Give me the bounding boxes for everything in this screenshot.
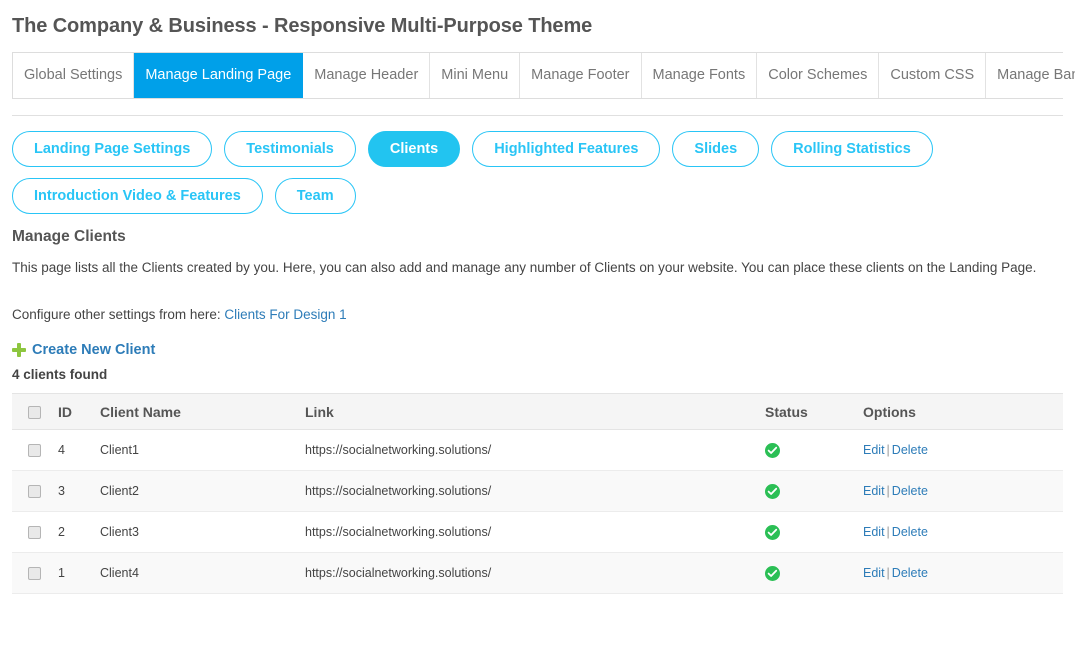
pill-highlighted-features[interactable]: Highlighted Features	[472, 131, 661, 167]
select-all-checkbox[interactable]	[28, 406, 41, 420]
table-row: 4 Client1 https://socialnetworking.solutio…	[12, 429, 1063, 471]
cell-id: 1	[58, 552, 100, 594]
section-description: This page lists all the Clients created …	[12, 260, 1037, 275]
cell-link: https://socialnetworking.solutions/	[305, 429, 765, 471]
cell-options: Edit | Delete	[863, 511, 1063, 553]
row-checkbox[interactable]	[28, 526, 41, 540]
column-header-status: Status	[765, 393, 863, 430]
pill-testimonials[interactable]: Testimonials	[224, 131, 356, 167]
pill-row-secondary: Introduction Video & Features Team	[12, 178, 1075, 214]
column-header-client-name: Client Name	[100, 393, 305, 430]
row-select-cell	[12, 552, 58, 594]
plus-icon	[12, 343, 26, 357]
row-select-cell	[12, 511, 58, 553]
clients-table-head: ID Client Name Link Status Options	[12, 393, 1063, 430]
options-separator: |	[886, 566, 890, 580]
create-new-client-row[interactable]: Create New Client	[12, 342, 1075, 358]
clients-for-design-link[interactable]: Clients For Design 1	[224, 307, 346, 322]
cell-options: Edit | Delete	[863, 552, 1063, 594]
tab-global-settings[interactable]: Global Settings	[13, 53, 135, 98]
pill-clients[interactable]: Clients	[367, 131, 461, 167]
tab-custom-css[interactable]: Custom CSS	[879, 53, 987, 98]
delete-link[interactable]: Delete	[892, 443, 928, 457]
cell-id: 3	[58, 470, 100, 512]
delete-link[interactable]: Delete	[892, 525, 928, 539]
row-select-cell	[12, 470, 58, 512]
column-header-id: ID	[58, 393, 100, 430]
table-row: 1 Client4 https://socialnetworking.solutio…	[12, 552, 1063, 594]
clients-table-body: 4 Client1 https://socialnetworking.solutio…	[12, 429, 1063, 594]
status-enabled-icon[interactable]	[765, 565, 780, 581]
page-title: The Company & Business - Responsive Mult…	[12, 15, 593, 37]
table-row: 3 Client2 https://socialnetworking.solutio…	[12, 470, 1063, 512]
tab-manage-landing-page[interactable]: Manage Landing Page	[134, 53, 304, 98]
section-heading: Manage Clients	[12, 228, 126, 245]
delete-link[interactable]: Delete	[892, 566, 928, 580]
tab-manage-header[interactable]: Manage Header	[303, 53, 431, 98]
cell-id: 2	[58, 511, 100, 553]
tab-manage-fonts[interactable]: Manage Fonts	[641, 53, 758, 98]
edit-link[interactable]: Edit	[863, 443, 885, 457]
tab-list: Global Settings Manage Landing Page Manage…	[13, 53, 1075, 98]
column-header-options: Options	[863, 393, 1063, 430]
cell-status	[765, 511, 863, 553]
edit-link[interactable]: Edit	[863, 566, 885, 580]
pill-button-group: Landing Page Settings Testimonials Clients…	[12, 131, 1075, 214]
row-select-cell	[12, 429, 58, 471]
tab-color-schemes[interactable]: Color Schemes	[757, 53, 880, 98]
cell-status	[765, 429, 863, 471]
edit-link[interactable]: Edit	[863, 484, 885, 498]
cell-link: https://socialnetworking.solutions/	[305, 552, 765, 594]
options-separator: |	[886, 443, 890, 457]
status-enabled-icon[interactable]	[765, 483, 780, 499]
tab-manage-banners[interactable]: Manage Banners	[986, 53, 1075, 98]
create-new-client-link[interactable]: Create New Client	[32, 342, 155, 358]
pill-landing-page-settings[interactable]: Landing Page Settings	[12, 131, 213, 167]
cell-client-name: Client4	[100, 552, 305, 594]
edit-link[interactable]: Edit	[863, 525, 885, 539]
clients-table: ID Client Name Link Status Options 4 Clie…	[12, 393, 1063, 594]
pill-slides[interactable]: Slides	[672, 131, 760, 167]
cell-client-name: Client1	[100, 429, 305, 471]
cell-options: Edit | Delete	[863, 470, 1063, 512]
cell-options: Edit | Delete	[863, 429, 1063, 471]
tab-mini-menu[interactable]: Mini Menu	[430, 53, 521, 98]
tab-manage-footer[interactable]: Manage Footer	[520, 53, 642, 98]
cell-link: https://socialnetworking.solutions/	[305, 511, 765, 553]
pill-team[interactable]: Team	[274, 178, 356, 214]
row-checkbox[interactable]	[28, 485, 41, 499]
options-separator: |	[886, 484, 890, 498]
cell-id: 4	[58, 429, 100, 471]
column-header-link: Link	[305, 393, 765, 430]
row-checkbox[interactable]	[28, 567, 41, 581]
tab-bar: Global Settings Manage Landing Page Manage…	[12, 52, 1075, 99]
header-divider	[12, 115, 1063, 116]
pill-rolling-statistics[interactable]: Rolling Statistics	[771, 131, 933, 167]
delete-link[interactable]: Delete	[892, 484, 928, 498]
table-row: 2 Client3 https://socialnetworking.solutio…	[12, 511, 1063, 553]
select-all-header	[12, 393, 58, 430]
clients-table-container: ID Client Name Link Status Options 4 Clie…	[12, 393, 1063, 594]
configure-line: Configure other settings from here: Clie…	[12, 307, 1075, 322]
cell-link: https://socialnetworking.solutions/	[305, 470, 765, 512]
cell-client-name: Client3	[100, 511, 305, 553]
pill-row-primary: Landing Page Settings Testimonials Clients…	[12, 131, 1075, 167]
cell-status	[765, 552, 863, 594]
clients-found-count: 4 clients found	[12, 367, 108, 382]
row-checkbox[interactable]	[28, 444, 41, 458]
configure-prefix-text: Configure other settings from here:	[12, 307, 225, 322]
cell-status	[765, 470, 863, 512]
status-enabled-icon[interactable]	[765, 442, 780, 458]
status-enabled-icon[interactable]	[765, 524, 780, 540]
pill-introduction-video-features[interactable]: Introduction Video & Features	[12, 178, 263, 214]
options-separator: |	[886, 525, 890, 539]
table-header-row: ID Client Name Link Status Options	[12, 393, 1063, 430]
cell-client-name: Client2	[100, 470, 305, 512]
